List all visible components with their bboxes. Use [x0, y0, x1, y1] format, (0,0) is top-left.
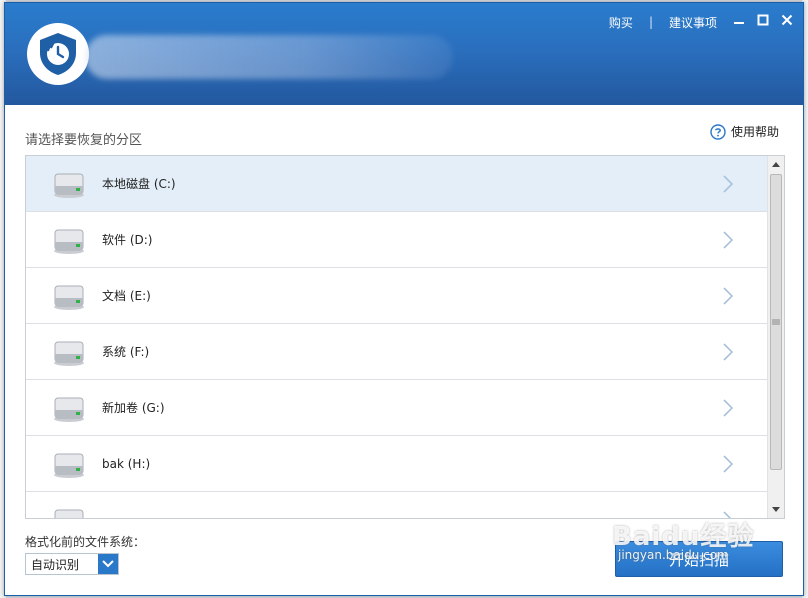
start-scan-button[interactable]: 开始扫描 — [615, 541, 783, 577]
recovery-window: 购买 | 建议事项 请选择要恢复的分区 使用帮助 本地磁盘 (C:) 软件 (D… — [4, 2, 804, 596]
partition-row-f[interactable]: 系统 (F:) — [26, 324, 768, 380]
chevron-right-icon — [723, 399, 734, 417]
filesystem-select[interactable]: 自动识别 — [25, 553, 119, 575]
filesystem-label: 格式化前的文件系统： — [25, 535, 146, 549]
partition-row-partial[interactable] — [26, 492, 768, 518]
partition-label: 文档 (E:) — [102, 289, 151, 303]
hard-drive-icon — [54, 453, 84, 478]
maximize-icon[interactable] — [755, 12, 771, 28]
partition-list: 本地磁盘 (C:) 软件 (D:) 文档 (E:) 系统 (F:) 新加卷 (G… — [25, 155, 785, 519]
window-controls — [731, 12, 795, 28]
close-icon[interactable] — [779, 12, 795, 28]
help-label: 使用帮助 — [730, 125, 779, 139]
hard-drive-icon — [54, 509, 84, 518]
help-link[interactable]: 使用帮助 — [710, 123, 779, 140]
partition-row-e[interactable]: 文档 (E:) — [26, 268, 768, 324]
partition-label: bak (H:) — [102, 456, 151, 471]
chevron-right-icon — [723, 231, 734, 249]
chevron-right-icon — [723, 511, 732, 518]
minimize-icon[interactable] — [731, 12, 747, 28]
app-name-blurred — [85, 35, 453, 79]
scroll-thumb[interactable] — [770, 174, 782, 470]
content-area: 请选择要恢复的分区 使用帮助 本地磁盘 (C:) 软件 (D:) 文档 (E:)… — [5, 105, 803, 595]
shield-clock-logo-icon — [27, 23, 89, 85]
chevron-right-icon — [723, 175, 734, 193]
scroll-up-icon[interactable] — [768, 156, 784, 172]
partition-row-h[interactable]: bak (H:) — [26, 436, 768, 492]
partition-label: 系统 (F:) — [102, 345, 150, 359]
hard-drive-icon — [54, 173, 84, 198]
partition-label: 软件 (D:) — [102, 233, 153, 247]
partition-list-items: 本地磁盘 (C:) 软件 (D:) 文档 (E:) 系统 (F:) 新加卷 (G… — [26, 156, 768, 518]
select-partition-prompt: 请选择要恢复的分区 — [25, 133, 143, 148]
hard-drive-icon — [54, 341, 84, 366]
chevron-down-icon[interactable] — [98, 554, 118, 574]
suggestions-link[interactable]: 建议事项 — [669, 14, 717, 31]
hard-drive-icon — [54, 229, 84, 254]
partition-row-c[interactable]: 本地磁盘 (C:) — [26, 156, 768, 212]
hard-drive-icon — [54, 285, 84, 310]
title-bar: 购买 | 建议事项 — [5, 3, 803, 105]
question-circle-icon — [710, 123, 726, 140]
partition-label: 新加卷 (G:) — [102, 401, 165, 415]
link-separator: | — [648, 15, 653, 29]
chevron-right-icon — [723, 343, 734, 361]
chevron-right-icon — [723, 287, 734, 305]
top-links: 购买 | 建议事项 — [609, 13, 717, 31]
partition-label: 本地磁盘 (C:) — [102, 177, 176, 191]
buy-link[interactable]: 购买 — [609, 14, 633, 31]
chevron-right-icon — [723, 455, 734, 473]
partition-row-g[interactable]: 新加卷 (G:) — [26, 380, 768, 436]
list-scrollbar[interactable] — [767, 156, 784, 518]
partition-row-d[interactable]: 软件 (D:) — [26, 212, 768, 268]
filesystem-value: 自动识别 — [31, 557, 80, 572]
scroll-down-icon[interactable] — [768, 502, 784, 518]
hard-drive-icon — [54, 397, 84, 422]
